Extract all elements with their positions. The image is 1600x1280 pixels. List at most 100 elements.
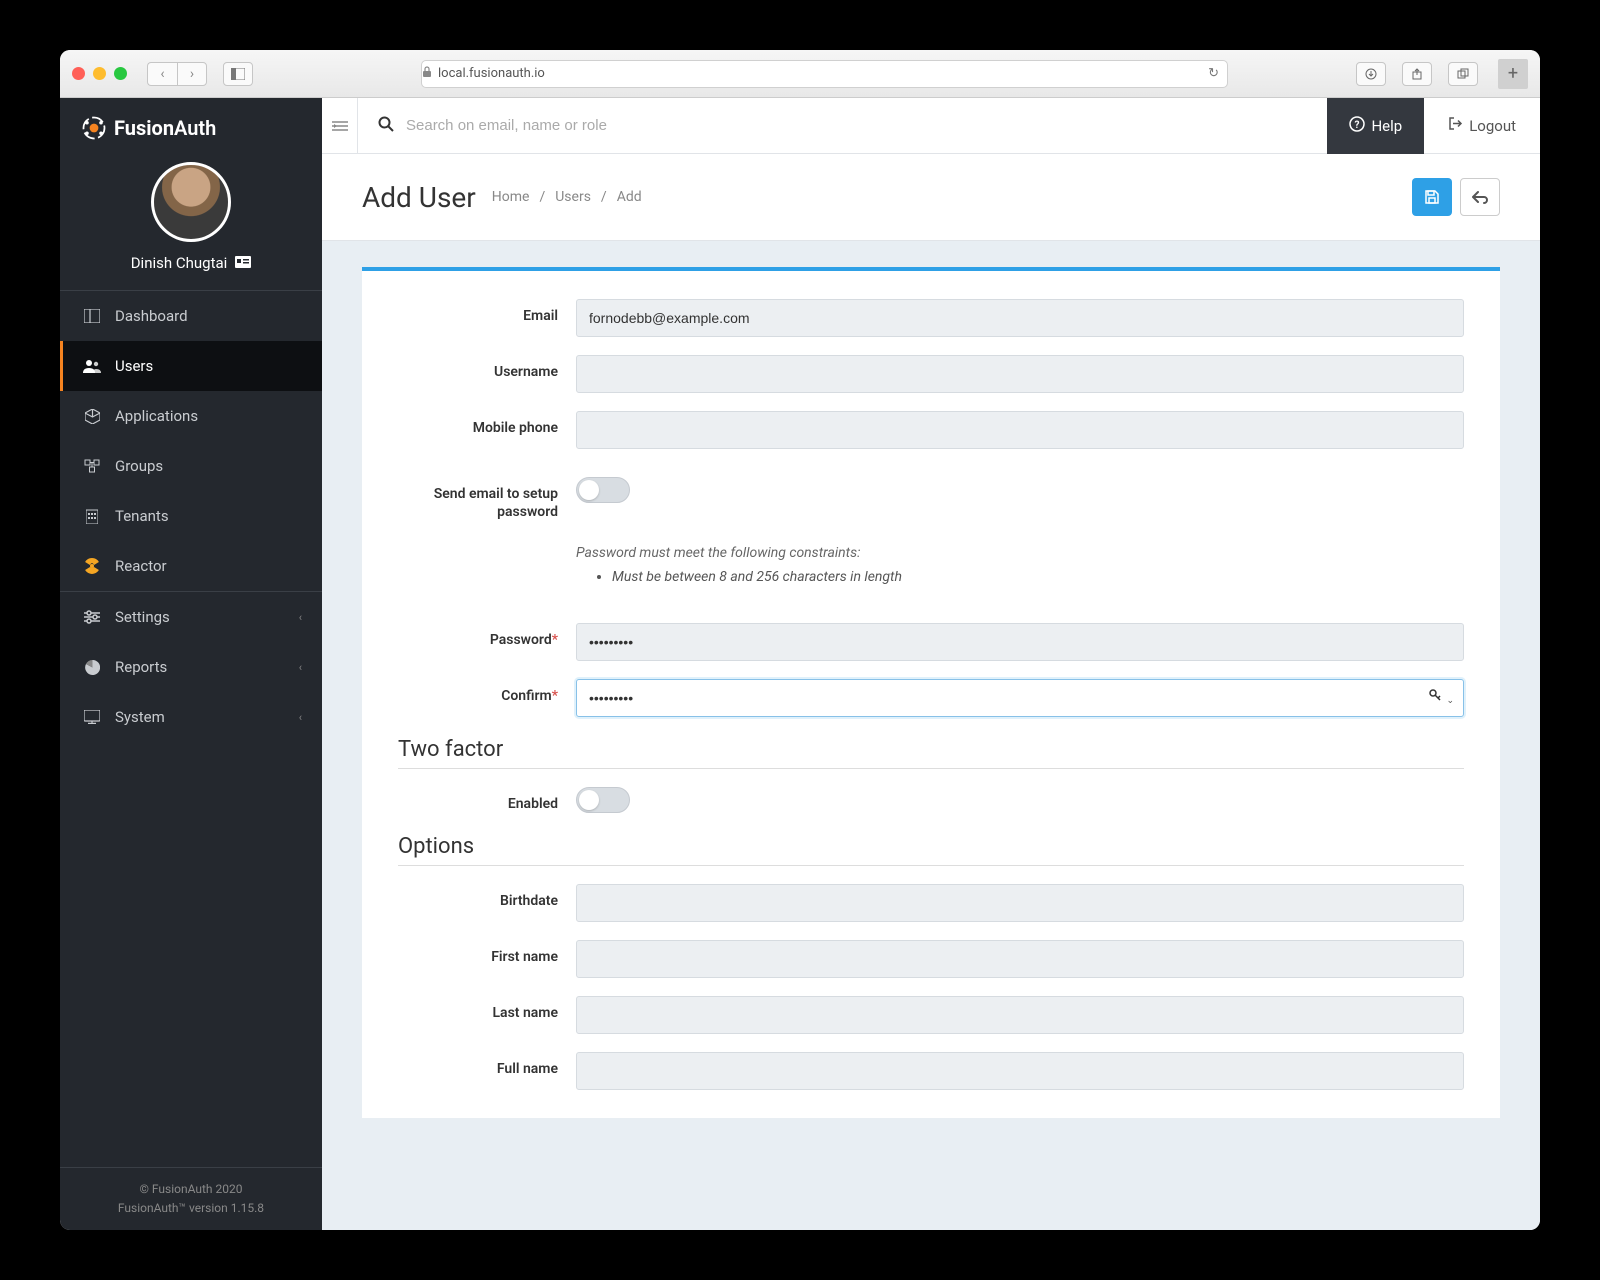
- logo-text: FusionAuth: [114, 116, 216, 140]
- sidebar-footer: © FusionAuth 2020 FusionAuth™ version 1.…: [60, 1167, 322, 1230]
- sidebar-item-label: Tenants: [115, 507, 169, 525]
- url-bar[interactable]: local.fusionauth.io ↻: [421, 60, 1228, 88]
- forward-button[interactable]: ›: [177, 62, 207, 86]
- reload-icon[interactable]: ↻: [1208, 66, 1219, 81]
- sidebar-item-label: Applications: [115, 407, 198, 425]
- sidebar-item-groups[interactable]: Groups: [60, 441, 322, 491]
- header-actions: [1412, 178, 1500, 216]
- label-send-email: Send email to setup password: [398, 477, 576, 521]
- users-icon: [83, 359, 101, 373]
- close-window-button[interactable]: [72, 67, 85, 80]
- sidebar-item-dashboard[interactable]: Dashboard: [60, 291, 322, 341]
- field-username: Username: [398, 355, 1464, 393]
- logout-button[interactable]: Logout: [1424, 98, 1540, 154]
- email-input[interactable]: [576, 299, 1464, 337]
- sidebar-item-label: Dashboard: [115, 307, 188, 325]
- settings-icon: [83, 610, 101, 624]
- reports-icon: [83, 660, 101, 675]
- help-button[interactable]: ? Help: [1327, 98, 1424, 154]
- two-factor-toggle[interactable]: [576, 787, 630, 813]
- search-input[interactable]: [406, 117, 1307, 134]
- breadcrumb-item[interactable]: Home: [492, 189, 530, 205]
- field-send-email-toggle: Send email to setup password: [398, 477, 1464, 521]
- back-button[interactable]: [1460, 178, 1500, 216]
- field-first-name: First name: [398, 940, 1464, 978]
- label-password: Password*: [398, 623, 576, 649]
- sidebar-item-system[interactable]: System ‹: [60, 692, 322, 742]
- label-email: Email: [398, 299, 576, 325]
- sidebar-item-settings[interactable]: Settings ‹: [60, 592, 322, 642]
- share-icon[interactable]: [1402, 62, 1432, 86]
- constraint-item: Must be between 8 and 256 characters in …: [612, 569, 1464, 585]
- field-mobile: Mobile phone: [398, 411, 1464, 449]
- browser-chrome: ‹ › local.fusionauth.io ↻ +: [60, 50, 1540, 98]
- help-icon: ?: [1349, 116, 1365, 136]
- chevron-left-icon: ‹: [299, 661, 302, 674]
- sidebar-item-label: Settings: [115, 608, 170, 626]
- lock-icon: [422, 66, 432, 82]
- search-area: [358, 116, 1327, 136]
- breadcrumb: Home / Users / Add: [492, 189, 642, 205]
- label-enabled: Enabled: [398, 787, 576, 813]
- avatar[interactable]: [151, 162, 231, 242]
- save-button[interactable]: [1412, 178, 1452, 216]
- sidebar-item-tenants[interactable]: Tenants: [60, 491, 322, 541]
- search-icon: [378, 116, 394, 136]
- label-full-name: Full name: [398, 1052, 576, 1078]
- maximize-window-button[interactable]: [114, 67, 127, 80]
- minimize-window-button[interactable]: [93, 67, 106, 80]
- new-tab-button[interactable]: +: [1498, 59, 1528, 89]
- sidebar-item-label: Users: [115, 357, 153, 375]
- logout-icon: [1448, 116, 1463, 135]
- back-button[interactable]: ‹: [147, 62, 177, 86]
- send-email-toggle[interactable]: [576, 477, 630, 503]
- first-name-input[interactable]: [576, 940, 1464, 978]
- collapse-sidebar-button[interactable]: [322, 98, 358, 154]
- last-name-input[interactable]: [576, 996, 1464, 1034]
- sidebar-item-users[interactable]: Users: [60, 341, 322, 391]
- breadcrumb-item[interactable]: Users: [555, 189, 591, 205]
- page-header: Add User Home / Users / Add: [322, 154, 1540, 241]
- options-heading: Options: [398, 834, 1464, 866]
- browser-window: ‹ › local.fusionauth.io ↻ +: [60, 50, 1540, 1230]
- label-last-name: Last name: [398, 996, 576, 1022]
- password-hint-row: Password must meet the following constra…: [398, 545, 1464, 605]
- sidebar-item-reactor[interactable]: Reactor: [60, 541, 322, 591]
- traffic-lights: [72, 67, 127, 80]
- tabs-icon[interactable]: [1448, 62, 1478, 86]
- url-text: local.fusionauth.io: [438, 66, 545, 81]
- id-card-icon[interactable]: [235, 254, 251, 272]
- page-title: Add User: [362, 181, 476, 214]
- field-enabled: Enabled: [398, 787, 1464, 813]
- tenants-icon: [83, 508, 101, 524]
- field-password: Password*: [398, 623, 1464, 661]
- breadcrumb-item: Add: [617, 189, 642, 205]
- dashboard-icon: [83, 309, 101, 323]
- field-email: Email: [398, 299, 1464, 337]
- label-confirm: Confirm*: [398, 679, 576, 705]
- sidebar-item-label: Reactor: [115, 557, 167, 575]
- system-icon: [83, 710, 101, 724]
- birthdate-input[interactable]: [576, 884, 1464, 922]
- applications-icon: [83, 409, 101, 424]
- sidebar-toggle[interactable]: [223, 62, 253, 86]
- full-name-input[interactable]: [576, 1052, 1464, 1090]
- sidebar-item-label: System: [115, 708, 165, 726]
- nav-buttons: ‹ ›: [147, 62, 207, 86]
- profile-name: Dinish Chugtai: [131, 254, 252, 272]
- field-birthdate: Birthdate: [398, 884, 1464, 922]
- logo-mark-icon: [80, 114, 108, 142]
- chevron-left-icon: ‹: [299, 611, 302, 624]
- downloads-icon[interactable]: [1356, 62, 1386, 86]
- footer-copyright: © FusionAuth 2020: [72, 1180, 310, 1199]
- username-input[interactable]: [576, 355, 1464, 393]
- sidebar: FusionAuth Dinish Chugtai: [60, 98, 322, 1230]
- sidebar-item-reports[interactable]: Reports ‹: [60, 642, 322, 692]
- reactor-icon: [83, 558, 101, 574]
- label-username: Username: [398, 355, 576, 381]
- confirm-input[interactable]: [576, 679, 1464, 717]
- mobile-input[interactable]: [576, 411, 1464, 449]
- sidebar-item-applications[interactable]: Applications: [60, 391, 322, 441]
- password-input[interactable]: [576, 623, 1464, 661]
- password-key-icon[interactable]: ⌄: [1429, 689, 1454, 707]
